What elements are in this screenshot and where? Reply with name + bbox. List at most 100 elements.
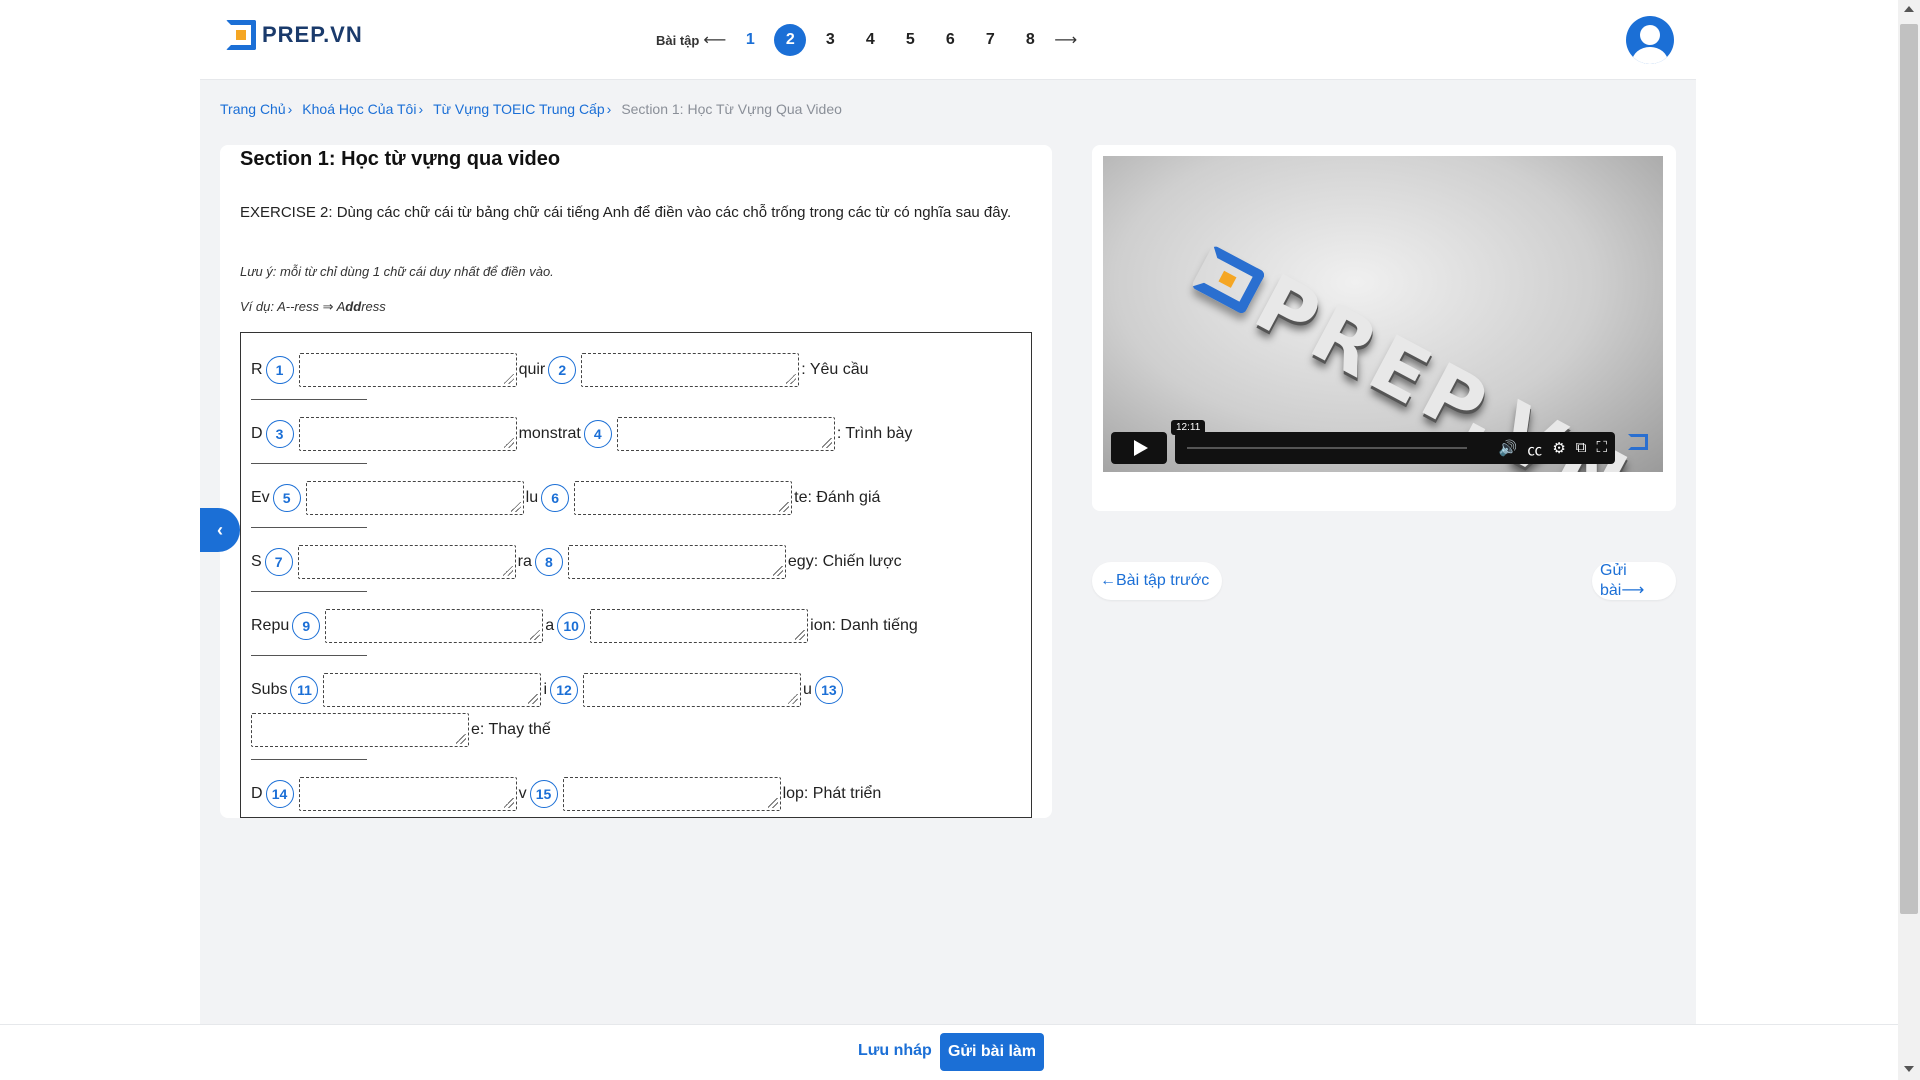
chevron-right-icon: ›: [606, 101, 612, 117]
exercise-row: S 7 ra 8 egy: Chiến lược: [251, 545, 902, 579]
blank-input-15[interactable]: [562, 777, 781, 811]
exercise-box: R 1 quir 2 : Yêu cầu D 3 monstrat 4 : Tr…: [240, 332, 1032, 818]
exercise-2[interactable]: 2: [774, 24, 807, 56]
blank-number-badge: 13: [814, 676, 843, 704]
progress-bar[interactable]: [1187, 447, 1467, 449]
row-text: te: Đánh giá: [794, 489, 881, 506]
blank-number-badge: 8: [534, 548, 563, 576]
settings-gear-icon[interactable]: ⚙: [1552, 439, 1565, 460]
section-title: Section 1: Học từ vựng qua video: [240, 148, 561, 170]
row-text: quir: [518, 361, 546, 378]
exercise-row: R 1 quir 2 : Yêu cầu: [251, 353, 869, 387]
breadcrumb-course[interactable]: Từ Vựng TOEIC Trung Cấp: [433, 101, 605, 117]
breadcrumb-my-courses[interactable]: Khoá Học Của Tôi: [302, 101, 416, 117]
blank-input-11[interactable]: [323, 673, 542, 707]
row-text: e: Thay thế: [471, 721, 551, 738]
row-text: a: [545, 617, 555, 634]
breadcrumb-home[interactable]: Trang Chủ: [220, 101, 286, 117]
prep-logo-icon: [1190, 244, 1267, 316]
exercise-6[interactable]: 6: [934, 24, 966, 56]
blank-number-badge: 14: [265, 780, 294, 808]
exercise-row: D 3 monstrat 4 : Trình bày: [251, 417, 912, 451]
row-text: ion: Danh tiếng: [810, 617, 918, 634]
exercise-1[interactable]: 1: [734, 24, 766, 56]
arrow-right-icon[interactable]: ⟶: [1054, 30, 1077, 50]
blank-input-13[interactable]: [251, 713, 469, 747]
example-bold: dd: [345, 299, 362, 314]
blank-input-6[interactable]: [574, 481, 793, 515]
arrow-left-icon[interactable]: ⟵: [703, 30, 726, 50]
previous-exercise-button[interactable]: ←Bài tập trước: [1092, 562, 1222, 600]
blank-input-9[interactable]: [325, 609, 544, 643]
chevron-right-icon: ›: [418, 101, 424, 117]
submit-exercise-button[interactable]: Gửi bài⟶: [1592, 562, 1676, 600]
exercise-4[interactable]: 4: [854, 24, 886, 56]
fullscreen-icon[interactable]: ⛶: [1596, 439, 1607, 460]
exercise-label: Bài tập: [656, 32, 700, 48]
blank-input-5[interactable]: [305, 481, 524, 515]
scroll-down-arrow-icon[interactable]: [1904, 1066, 1914, 1072]
answer-line: [251, 591, 367, 592]
blank-input-1[interactable]: [298, 353, 517, 387]
example-suffix: ress: [361, 299, 386, 314]
blank-input-2[interactable]: [581, 353, 800, 387]
blank-input-12[interactable]: [583, 673, 802, 707]
exercise-row: Repu 9 a 10 ion: Danh tiếng: [251, 609, 918, 643]
row-text: u: [803, 681, 812, 698]
captions-icon[interactable]: ㏄: [1527, 439, 1542, 460]
blank-number-badge: 3: [265, 420, 294, 448]
row-text: R: [251, 361, 263, 378]
blank-input-7[interactable]: [297, 545, 516, 579]
answer-line: [251, 759, 367, 760]
play-icon: [1133, 440, 1148, 456]
logo-text: PREP.VN: [262, 22, 363, 47]
row-text: Subs: [251, 681, 288, 698]
answer-line: [251, 399, 367, 400]
user-avatar-icon[interactable]: [1626, 16, 1674, 64]
blank-number-badge: 9: [292, 612, 321, 640]
answer-line: [251, 463, 367, 464]
row-text: D: [251, 425, 263, 442]
save-draft-button[interactable]: Lưu nháp: [858, 1042, 932, 1060]
exercise-7[interactable]: 7: [974, 24, 1006, 56]
exercise-example: Ví dụ: A--ress ⇒ Address: [240, 299, 386, 315]
row-text: D: [251, 785, 263, 802]
blank-number-badge: 15: [529, 780, 558, 808]
logo[interactable]: PREP.VN: [226, 20, 363, 50]
row-text: monstrat: [518, 425, 581, 442]
video-player[interactable]: PREP.VN 12:11 🔊 ㏄ ⚙ ⧉ ⛶: [1103, 156, 1663, 472]
exercise-5[interactable]: 5: [894, 24, 926, 56]
row-text: lu: [525, 489, 539, 506]
pip-icon[interactable]: ⧉: [1576, 439, 1587, 460]
top-header: PREP.VN Bài tập ⟵ 1 2 3 4 5 6 7 8 ⟶: [200, 0, 1696, 80]
exercise-row-continued: e: Thay thế: [251, 713, 551, 747]
exercise-3[interactable]: 3: [814, 24, 846, 56]
breadcrumb-current: Section 1: Học Từ Vựng Qua Video: [621, 101, 842, 117]
logo-mark-icon: [226, 20, 256, 50]
exercise-8[interactable]: 8: [1014, 24, 1046, 56]
row-text: S: [251, 553, 262, 570]
blank-input-8[interactable]: [567, 545, 786, 579]
exercise-instruction: EXERCISE 2: Dùng các chữ cái từ bảng chữ…: [240, 204, 1012, 221]
blank-input-4[interactable]: [616, 417, 835, 451]
play-button[interactable]: [1111, 432, 1167, 464]
exercise-note: Lưu ý: mỗi từ chỉ dùng 1 chữ cái duy nhấ…: [240, 264, 554, 279]
blank-input-14[interactable]: [298, 777, 517, 811]
example-prefix: Ví dụ: A--ress ⇒ A: [240, 299, 346, 314]
video-controls: 🔊 ㏄ ⚙ ⧉ ⛶: [1111, 432, 1615, 464]
breadcrumb: Trang Chủ › Khoá Học Của Tôi › Từ Vựng T…: [220, 101, 842, 117]
blank-number-badge: 2: [548, 356, 577, 384]
row-text: : Yêu cầu: [801, 361, 869, 378]
volume-icon[interactable]: 🔊: [1499, 439, 1518, 460]
blank-input-3[interactable]: [298, 417, 517, 451]
scrollbar-thumb[interactable]: [1900, 24, 1918, 914]
scroll-up-arrow-icon[interactable]: [1904, 6, 1914, 12]
control-bar: 🔊 ㏄ ⚙ ⧉ ⛶: [1175, 432, 1615, 464]
exercise-row: D 14 v 15 lop: Phát triển: [251, 777, 881, 811]
blank-number-badge: 7: [264, 548, 293, 576]
submit-all-button[interactable]: Gửi bài làm: [940, 1033, 1044, 1071]
row-text: Ev: [251, 489, 270, 506]
row-text: egy: Chiến lược: [787, 553, 902, 570]
blank-input-10[interactable]: [590, 609, 809, 643]
exercise-nav: Bài tập ⟵ 1 2 3 4 5 6 7 8 ⟶: [656, 24, 1077, 56]
